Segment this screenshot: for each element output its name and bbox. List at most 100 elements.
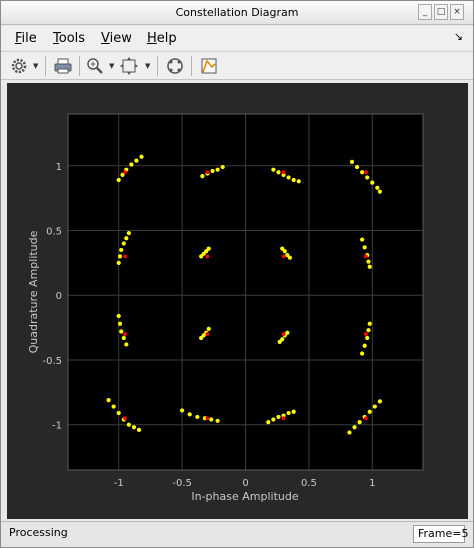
reference-point [123,254,127,259]
status-text: Processing [9,526,68,539]
menu-tools[interactable]: Tools [53,31,85,46]
received-point [134,158,139,163]
received-point [287,255,292,260]
x-tick-label: 0.5 [301,478,317,489]
received-point [119,247,124,253]
x-axis-label: In-phase Amplitude [191,490,298,503]
reference-point [364,416,368,421]
reference-point [123,170,127,175]
received-point [375,185,380,190]
received-point [215,418,220,423]
measurement-icon[interactable] [199,56,219,76]
received-point [291,409,296,414]
received-point [276,170,281,175]
print-icon[interactable] [53,56,73,76]
y-tick-label: 1 [56,162,62,173]
window: Constellation Diagram _ □ × File Tools V… [0,0,474,548]
received-point [347,430,352,435]
y-axis-label: Quadrature Amplitude [27,230,40,353]
received-point [365,175,370,180]
received-point [117,321,123,326]
received-point [126,230,131,236]
received-point [210,168,215,174]
received-point [116,177,121,183]
received-point [215,167,220,172]
received-point [116,260,121,265]
received-point [220,164,225,170]
minimize-button[interactable]: _ [418,4,432,20]
received-point [296,179,301,184]
received-point [357,420,362,425]
reference-point [364,170,368,175]
received-point [111,404,116,409]
received-point [370,180,375,185]
dock-icon[interactable]: ↘ [454,30,463,43]
received-point [117,254,123,259]
fit-dropdown-icon[interactable]: ▼ [145,62,150,70]
received-point [365,335,370,341]
received-point [362,245,367,250]
status-bar: Processing Frame=5 [1,521,473,547]
y-tick-label: -0.5 [42,356,62,367]
reference-point [205,332,210,336]
received-point [126,422,131,427]
x-tick-label: -1 [114,478,124,489]
received-point [366,259,371,264]
received-point [367,264,372,269]
received-point [377,399,382,404]
maximize-button[interactable]: □ [434,4,448,20]
received-point [377,189,382,194]
fit-view-icon[interactable] [119,56,139,76]
zoom-dropdown-icon[interactable]: ▼ [109,62,114,70]
received-point [106,397,111,403]
received-point [367,409,372,414]
gear-dropdown-icon[interactable]: ▼ [33,62,38,70]
menu-help[interactable]: Help [147,31,177,46]
received-point [271,417,276,422]
reference-point [205,254,210,259]
received-point [349,159,355,164]
y-tick-label: 0 [56,291,62,302]
menu-bar: File Tools View Help ↘ [1,26,473,50]
received-point [206,326,211,331]
reference-point [281,416,286,421]
received-point [360,170,365,175]
reference-point [123,416,127,421]
received-point [367,321,372,326]
received-point [280,337,285,342]
window-title: Constellation Diagram [175,6,299,19]
frame-counter: Frame=5 [413,525,469,543]
received-point [362,343,367,348]
received-point [282,249,287,254]
reference-point [281,332,286,336]
menu-file[interactable]: File [15,31,37,46]
zoom-in-icon[interactable] [85,56,105,76]
received-point [209,417,214,422]
gear-icon[interactable] [9,56,29,76]
received-point [121,241,126,246]
received-point [285,330,290,335]
received-point [286,410,291,416]
received-point [180,408,185,413]
figure-panel: -1 -0.5 0 0.5 1 -1 -0.5 0 0.5 1 In-phase Amplitud… [7,83,468,519]
close-button[interactable]: × [450,4,464,20]
toolbar: ▼ ▼ ▼ [1,51,473,80]
received-point [266,420,271,425]
received-point [291,177,296,183]
received-point [129,162,134,167]
received-point [200,174,205,179]
x-tick-label: -0.5 [172,478,192,489]
received-point [276,414,281,420]
menu-view[interactable]: View [101,31,132,46]
received-point [131,425,137,430]
received-point [206,246,211,251]
received-point [121,335,126,341]
received-point [360,237,365,242]
received-point [354,164,360,170]
reference-point [205,170,210,175]
constellation-icon[interactable] [165,56,185,76]
received-point [136,427,142,432]
y-tick-label: 0.5 [46,227,62,238]
reference-point [364,254,368,259]
received-point [195,414,200,420]
